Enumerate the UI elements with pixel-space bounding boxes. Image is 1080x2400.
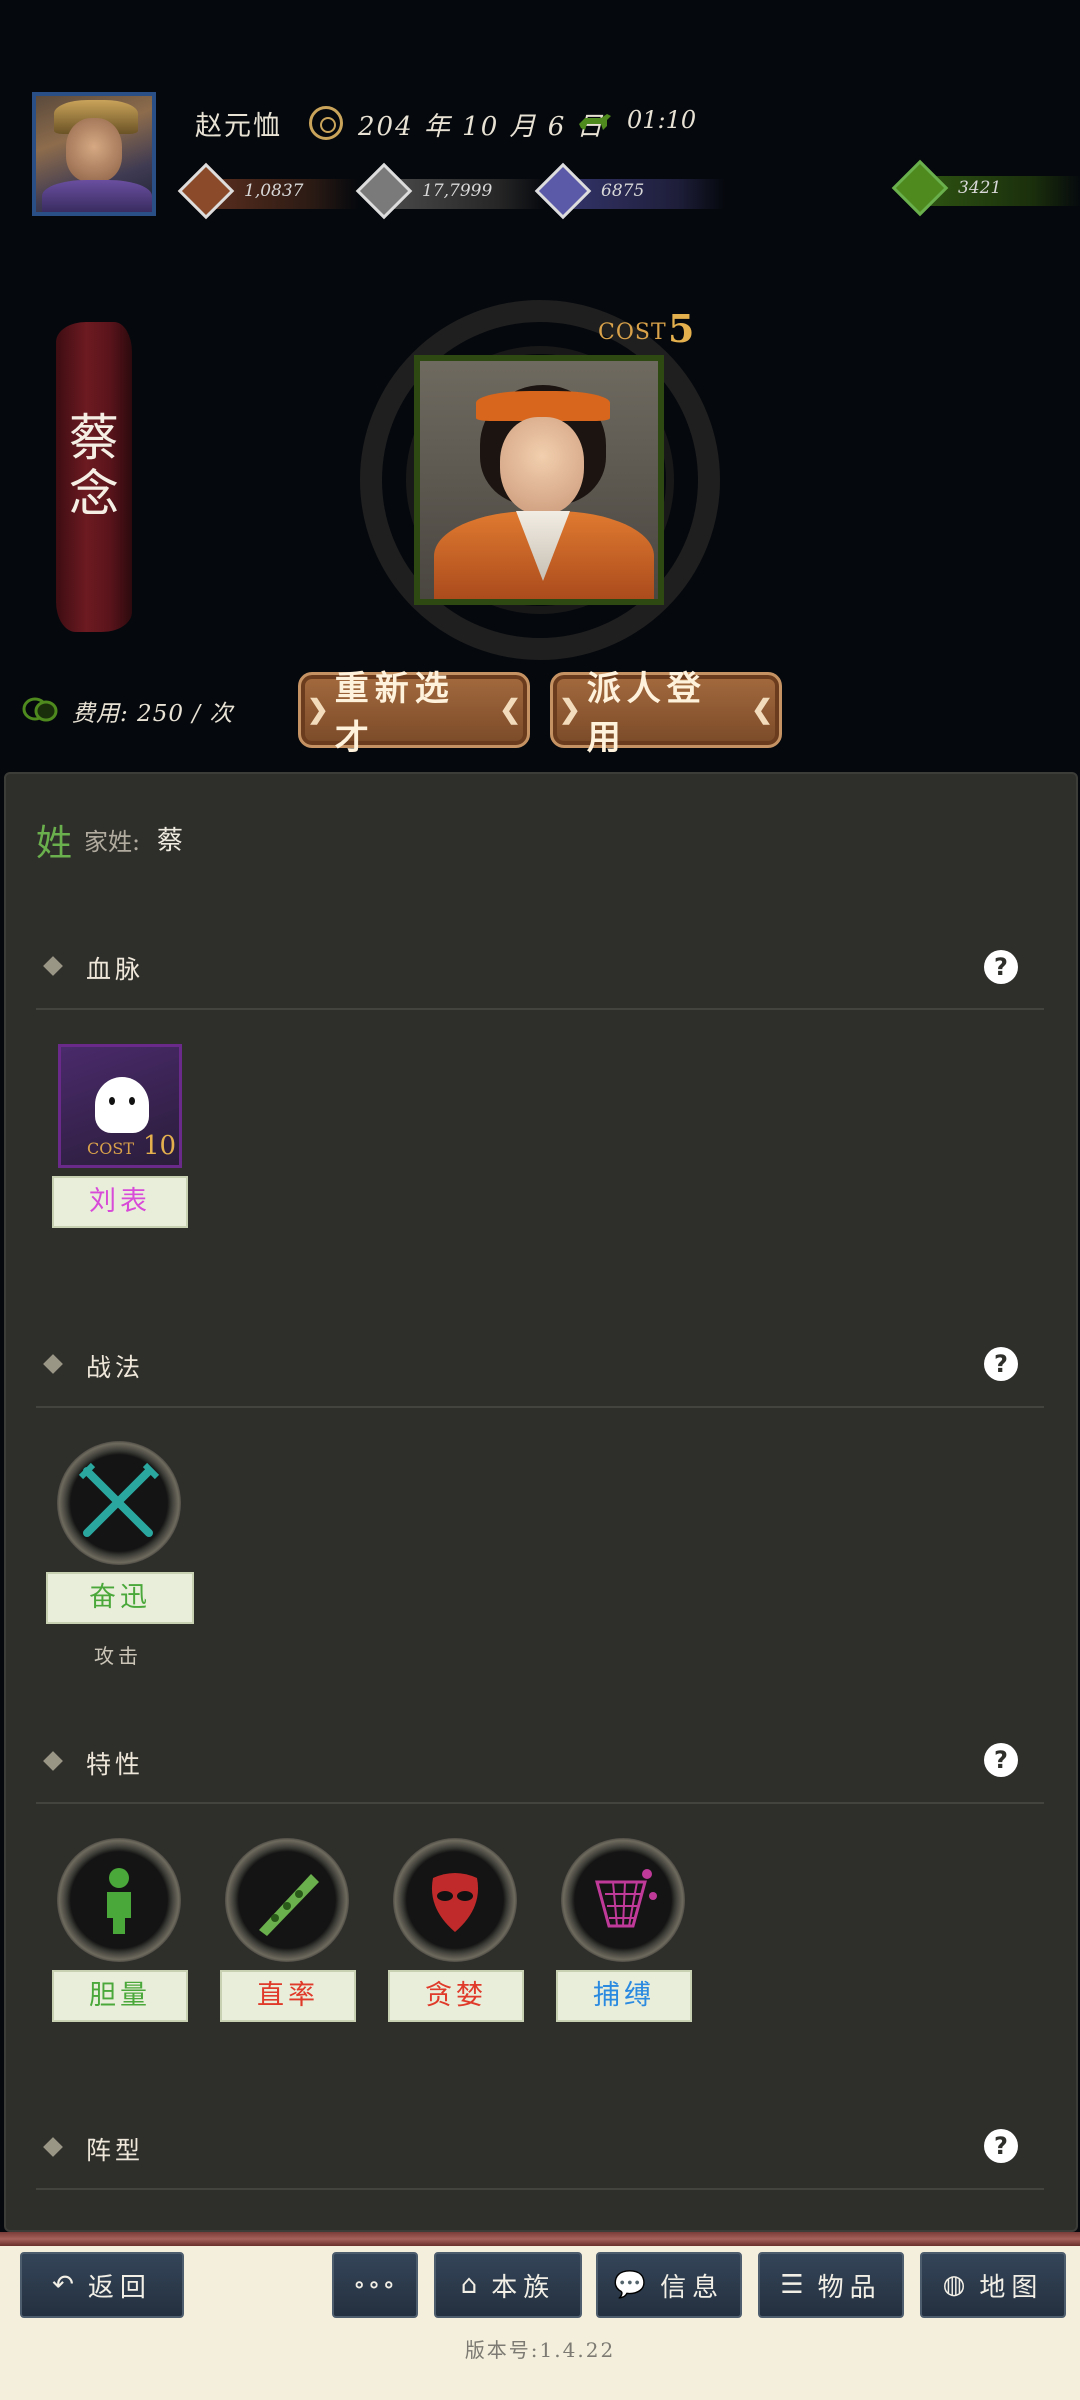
back-arrow-icon: ↶	[52, 2270, 74, 2300]
trait-medal[interactable]	[57, 1838, 181, 1962]
section-title-bloodline: 血脉	[86, 955, 145, 984]
skill-medal[interactable]	[57, 1441, 181, 1565]
pea-pod-icon	[259, 1874, 319, 1936]
lord-avatar[interactable]	[32, 92, 156, 216]
section-title-formation: 阵型	[86, 2136, 145, 2165]
globe-icon: ◍	[942, 2270, 966, 2300]
resource-soldiers[interactable]: 6875	[534, 162, 725, 220]
surname-value: 蔡	[157, 826, 184, 856]
trait-medal[interactable]	[225, 1838, 349, 1962]
divider	[36, 1008, 1044, 1010]
game-date: 204 年 10 月 6 日	[358, 112, 605, 142]
resource-grain[interactable]: 17,7999	[355, 162, 546, 220]
trait-medal[interactable]	[393, 1838, 517, 1962]
skill-type: 攻击	[94, 1644, 142, 1668]
cost-value: 5	[668, 306, 695, 351]
soldier-icon	[534, 162, 592, 220]
chat-bubble-icon: 💬	[613, 2270, 647, 2300]
net-icon	[595, 1869, 657, 1928]
formation-help-button[interactable]: ?	[984, 2129, 1018, 2163]
trait-tag[interactable]: 胆量	[52, 1970, 188, 2022]
grain-icon	[355, 162, 413, 220]
trait-tag[interactable]: 捕缚	[556, 1970, 692, 2022]
divider	[36, 1406, 1044, 1408]
section-title-traits: 特性	[86, 1750, 145, 1779]
horse-icon	[579, 114, 611, 130]
lord-name: 赵元恤	[195, 111, 282, 142]
info-button[interactable]: 💬 信息	[596, 2252, 742, 2318]
resource-money[interactable]: 3421	[891, 159, 1080, 217]
bloodline-name-tag[interactable]: 刘表	[52, 1176, 188, 1228]
cost-label: COST	[598, 320, 667, 345]
more-dots-icon: ∘∘∘	[352, 2270, 398, 2300]
trait-tag[interactable]: 直率	[220, 1970, 356, 2022]
surname-icon: 姓	[36, 823, 73, 864]
house-icon: ⌂	[460, 2270, 478, 2300]
calendar-icon	[309, 106, 343, 140]
resource-coin[interactable]: 1,0837	[177, 162, 358, 220]
more-button[interactable]: ∘∘∘	[332, 2252, 418, 2318]
divider	[36, 1802, 1044, 1804]
clan-button[interactable]: ⌂ 本族	[434, 2252, 582, 2318]
trait-medal[interactable]	[561, 1838, 685, 1962]
map-button[interactable]: ◍ 地图	[920, 2252, 1066, 2318]
hero-portrait[interactable]	[414, 355, 664, 605]
skill-name-tag[interactable]: 奋迅	[46, 1572, 194, 1624]
surname-label: 家姓:	[84, 828, 141, 856]
money-bag-icon	[891, 159, 949, 217]
coins-icon	[22, 697, 58, 722]
hero-name: 蔡念	[69, 409, 119, 523]
crossed-swords-icon	[78, 1462, 160, 1537]
bloodline-card[interactable]: COST 10	[58, 1044, 182, 1168]
divider	[36, 2188, 1044, 2190]
reselect-button[interactable]: ❯ 重新选才 ❮	[298, 669, 530, 758]
mask-icon	[431, 1873, 479, 1932]
tactics-help-button[interactable]: ?	[984, 1347, 1018, 1381]
trait-tag[interactable]: 贪婪	[388, 1970, 524, 2022]
bag-icon: ☰	[780, 2270, 804, 2300]
section-title-tactics: 战法	[86, 1353, 145, 1382]
figure-icon	[107, 1868, 131, 1934]
recruit-fee: 费用: 250 / 次	[72, 701, 234, 727]
recruit-button[interactable]: ❯ 派人登用 ❮	[550, 669, 782, 758]
version-label: 版本号:1.4.22	[464, 2338, 616, 2362]
bloodline-help-button[interactable]: ?	[984, 950, 1018, 984]
ghost-icon	[95, 1077, 149, 1133]
game-time: 01:10	[627, 106, 697, 134]
back-button[interactable]: ↶ 返回	[20, 2252, 184, 2318]
coin-icon	[177, 162, 235, 220]
traits-help-button[interactable]: ?	[984, 1743, 1018, 1777]
items-button[interactable]: ☰ 物品	[758, 2252, 904, 2318]
